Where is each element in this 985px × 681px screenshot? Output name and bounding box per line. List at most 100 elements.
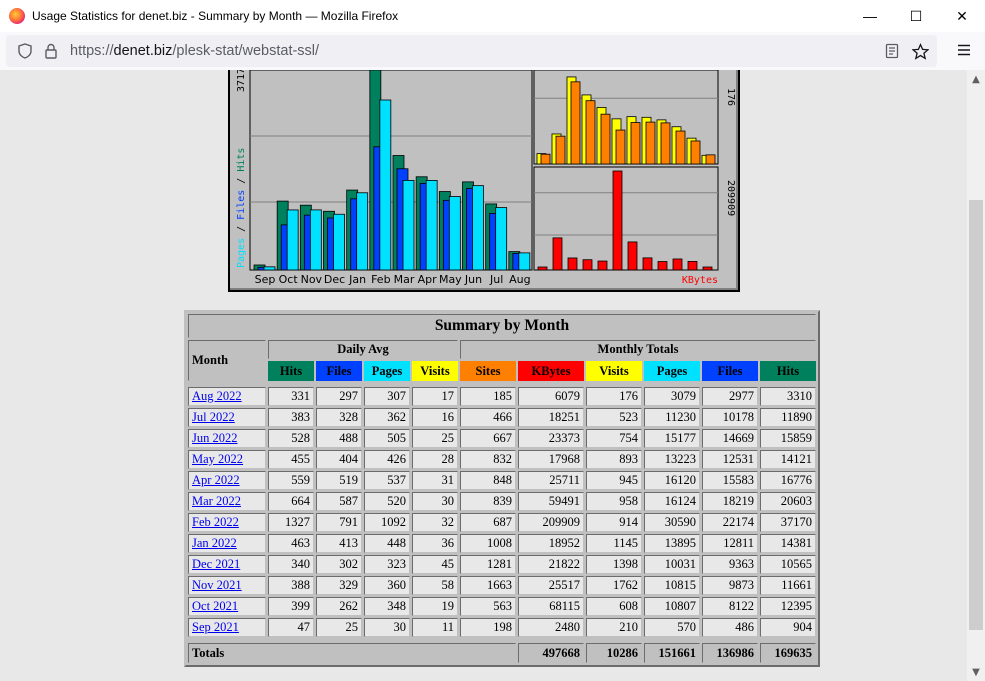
close-button[interactable]: ✕ <box>939 0 985 32</box>
value-cell: 302 <box>316 555 362 574</box>
bar-sites <box>600 113 611 165</box>
value-cell: 754 <box>586 429 642 448</box>
reader-view-icon[interactable] <box>879 38 905 64</box>
x-tick-label: Apr <box>418 273 438 286</box>
bar-pages-apr <box>425 180 438 271</box>
month-link[interactable]: Jan 2022 <box>192 536 237 550</box>
bar-pages-jul <box>495 207 508 271</box>
shield-icon[interactable] <box>12 38 38 64</box>
url-host: denet.biz <box>113 43 173 59</box>
table-row: Apr 2022 559 519 537 31 848 25711 945 16120 15583… <box>188 471 816 490</box>
usage-graph: Sep Oct Nov Dec Jan Feb Mar Apr May Jun Jul Aug Page… <box>228 70 740 292</box>
column-header-files: Files <box>316 361 362 381</box>
bar-sites <box>690 140 701 165</box>
value-cell: 6079 <box>518 387 584 406</box>
x-tick-label: Aug <box>509 273 530 286</box>
value-cell: 1145 <box>586 534 642 553</box>
bar-kbytes <box>702 266 713 271</box>
table-row: Oct 2021 399 262 348 19 563 68115 608 10807 8122 1… <box>188 597 816 616</box>
bar-kbytes <box>582 259 593 271</box>
month-link[interactable]: Mar 2022 <box>192 494 241 508</box>
value-cell: 587 <box>316 492 362 511</box>
bar-sites <box>585 100 596 165</box>
month-cell: Apr 2022 <box>188 471 266 490</box>
value-cell: 1398 <box>586 555 642 574</box>
bar-kbytes <box>552 237 563 271</box>
value-cell: 1327 <box>268 513 314 532</box>
total-cell: 10286 <box>586 643 642 663</box>
month-link[interactable]: Sep 2021 <box>192 620 239 634</box>
monthly-totals-header: Monthly Totals <box>460 340 816 359</box>
value-cell: 2977 <box>702 387 758 406</box>
maximize-button[interactable]: ☐ <box>893 0 939 32</box>
url-path: /plesk-stat/webstat-ssl/ <box>172 43 320 59</box>
scroll-down-icon[interactable]: ▼ <box>967 663 985 681</box>
month-link[interactable]: Aug 2022 <box>192 389 242 403</box>
value-cell: 404 <box>316 450 362 469</box>
month-link[interactable]: Nov 2021 <box>192 578 242 592</box>
month-link[interactable]: Jul 2022 <box>192 410 235 424</box>
bar-kbytes <box>537 266 548 271</box>
x-tick-label: Oct <box>279 273 299 286</box>
scrollbar-thumb[interactable] <box>969 200 983 630</box>
value-cell: 45 <box>412 555 458 574</box>
value-cell: 559 <box>268 471 314 490</box>
value-cell: 15583 <box>702 471 758 490</box>
value-cell: 893 <box>586 450 642 469</box>
value-cell: 488 <box>316 429 362 448</box>
value-cell: 10807 <box>644 597 700 616</box>
window-titlebar: Usage Statistics for denet.biz - Summary… <box>0 0 985 32</box>
column-header-pages: Pages <box>644 361 700 381</box>
value-cell: 519 <box>316 471 362 490</box>
bar-pages-feb <box>379 99 392 271</box>
bar-pages-dec <box>333 213 345 271</box>
window-title: Usage Statistics for denet.biz - Summary… <box>32 9 399 23</box>
bar-sites <box>540 153 551 165</box>
visits-max-label: 176 <box>725 88 736 106</box>
table-row: Feb 2022 1327 791 1092 32 687 209909 914 30590 22… <box>188 513 816 532</box>
value-cell: 791 <box>316 513 362 532</box>
bar-sites <box>675 130 686 165</box>
month-link[interactable]: Dec 2021 <box>192 557 240 571</box>
total-cell: 497668 <box>518 643 584 663</box>
month-link[interactable]: May 2022 <box>192 452 243 466</box>
url-text[interactable]: https://denet.biz/plesk-stat/webstat-ssl… <box>70 43 319 59</box>
bookmark-star-icon[interactable] <box>907 38 933 64</box>
firefox-logo-icon <box>9 8 25 24</box>
value-cell: 11230 <box>644 408 700 427</box>
scroll-up-icon[interactable]: ▲ <box>967 70 985 88</box>
value-cell: 563 <box>460 597 516 616</box>
navigation-bar: https://denet.biz/plesk-stat/webstat-ssl… <box>0 32 985 70</box>
url-prefix: https:// <box>70 43 114 59</box>
month-cell: Aug 2022 <box>188 387 266 406</box>
bar-sites <box>660 122 671 165</box>
bar-pages-mar <box>402 179 415 271</box>
bar-kbytes <box>687 260 698 271</box>
minimize-button[interactable]: — <box>847 0 893 32</box>
value-cell: 505 <box>364 429 410 448</box>
table-row: Aug 2022 331 297 307 17 185 6079 176 3079 2977 331… <box>188 387 816 406</box>
value-cell: 3310 <box>760 387 816 406</box>
total-cell: 169635 <box>760 643 816 663</box>
value-cell: 10031 <box>644 555 700 574</box>
value-cell: 31 <box>412 471 458 490</box>
app-menu-icon[interactable] <box>957 41 971 61</box>
month-cell: Jun 2022 <box>188 429 266 448</box>
value-cell: 12811 <box>702 534 758 553</box>
column-header-visits: Visits <box>586 361 642 381</box>
value-cell: 15177 <box>644 429 700 448</box>
bar-sites <box>645 121 656 165</box>
value-cell: 23373 <box>518 429 584 448</box>
value-cell: 18952 <box>518 534 584 553</box>
bar-sites <box>630 122 641 165</box>
vertical-scrollbar[interactable]: ▲ ▼ <box>967 70 985 681</box>
x-tick-label: Nov <box>301 273 323 286</box>
month-link[interactable]: Feb 2022 <box>192 515 239 529</box>
url-bar[interactable]: https://denet.biz/plesk-stat/webstat-ssl… <box>6 35 937 67</box>
month-link[interactable]: Apr 2022 <box>192 473 240 487</box>
month-link[interactable]: Oct 2021 <box>192 599 238 613</box>
lock-icon[interactable] <box>38 38 64 64</box>
value-cell: 832 <box>460 450 516 469</box>
month-link[interactable]: Jun 2022 <box>192 431 238 445</box>
value-cell: 20603 <box>760 492 816 511</box>
